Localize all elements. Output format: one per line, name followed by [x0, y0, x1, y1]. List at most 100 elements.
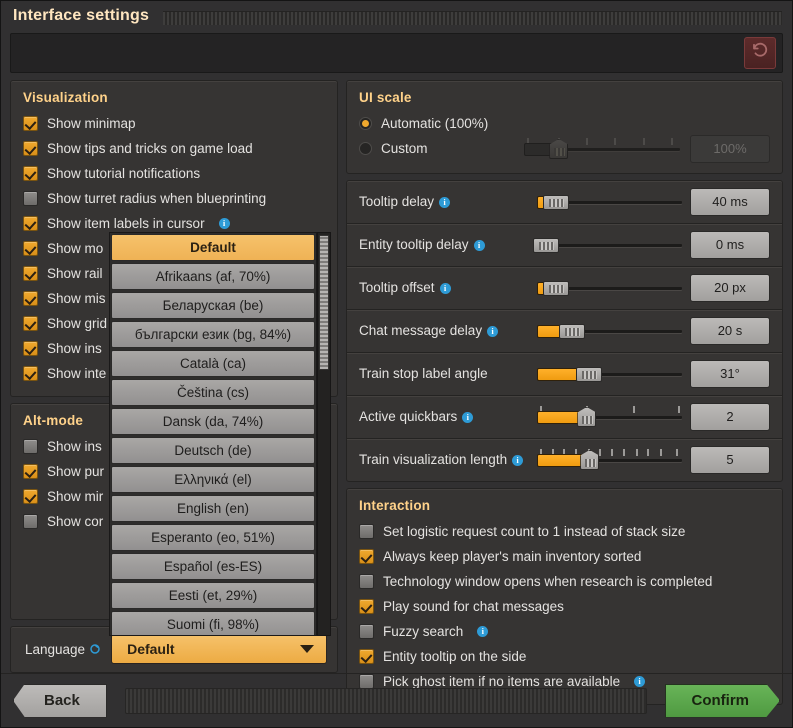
- slider-knob[interactable]: [576, 366, 603, 382]
- checkbox-indicator[interactable]: [23, 513, 38, 529]
- list-item[interactable]: Eesti (et, 29%): [111, 582, 315, 609]
- back-button[interactable]: Back: [13, 683, 107, 718]
- reset-all-button[interactable]: [744, 36, 776, 69]
- checkbox-label: Show tips and tricks on game load: [47, 140, 253, 156]
- checkbox-indicator[interactable]: [23, 190, 38, 206]
- checkbox-row-fuzzy-search[interactable]: Fuzzy search i: [359, 619, 770, 644]
- list-item[interactable]: Suomi (fi, 98%): [111, 611, 315, 635]
- language-option-list: Default Afrikaans (af, 70%) Беларуская (…: [109, 232, 317, 636]
- language-dropdown[interactable]: Default: [111, 634, 327, 664]
- language-list-scrollbar[interactable]: [317, 232, 331, 636]
- scrollbar-thumb[interactable]: [319, 235, 329, 370]
- checkbox-indicator[interactable]: [359, 548, 374, 564]
- slider-knob[interactable]: [532, 237, 559, 253]
- checkbox-indicator[interactable]: [359, 673, 374, 689]
- checkbox-row-keep-inventory-sorted[interactable]: Always keep player's main inventory sort…: [359, 544, 770, 569]
- checkbox-row-entity-tooltip-side[interactable]: Entity tooltip on the side: [359, 644, 770, 669]
- checkbox-indicator[interactable]: [23, 215, 38, 231]
- ui-scale-slider[interactable]: [524, 137, 680, 160]
- radio-indicator[interactable]: [359, 141, 372, 155]
- checkbox-row-play-sound-chat[interactable]: Play sound for chat messages: [359, 594, 770, 619]
- list-item[interactable]: Dansk (da, 74%): [111, 408, 315, 435]
- checkbox-row-show-turret-radius[interactable]: Show turret radius when blueprinting: [23, 186, 325, 211]
- info-icon[interactable]: i: [477, 625, 489, 637]
- checkbox-indicator[interactable]: [23, 265, 38, 281]
- info-icon[interactable]: i: [218, 217, 230, 229]
- checkbox-row-show-tutorial-notifications[interactable]: Show tutorial notifications: [23, 161, 325, 186]
- active-quickbars-slider[interactable]: [537, 405, 682, 428]
- info-icon[interactable]: i: [512, 455, 524, 467]
- list-item[interactable]: български език (bg, 84%): [111, 321, 315, 348]
- confirm-button[interactable]: Confirm: [665, 684, 781, 718]
- checkbox-label: Show turret radius when blueprinting: [47, 190, 267, 206]
- checkbox-indicator[interactable]: [23, 488, 38, 504]
- chat-message-delay-value[interactable]: 20 s: [690, 316, 770, 345]
- entity-tooltip-delay-slider[interactable]: [532, 234, 682, 256]
- tooltip-offset-value[interactable]: 20 px: [690, 273, 770, 302]
- checkbox-label: Show grid: [47, 315, 108, 331]
- radio-indicator[interactable]: [359, 116, 372, 130]
- checkbox-indicator[interactable]: [359, 573, 374, 589]
- list-item[interactable]: English (en): [111, 495, 315, 522]
- checkbox-label: Show mis: [47, 290, 106, 306]
- slider-knob[interactable]: [542, 280, 569, 296]
- info-icon[interactable]: i: [487, 326, 499, 338]
- checkbox-indicator[interactable]: [23, 463, 38, 479]
- reset-circle-icon[interactable]: [89, 643, 101, 655]
- window-drag-handle[interactable]: [163, 10, 782, 25]
- tooltip-offset-slider[interactable]: [537, 277, 682, 299]
- train-stop-label-angle-value[interactable]: 31°: [690, 359, 770, 388]
- slider-knob[interactable]: [558, 323, 585, 339]
- entity-tooltip-delay-value[interactable]: 0 ms: [690, 230, 770, 259]
- checkbox-indicator[interactable]: [23, 140, 38, 156]
- checkbox-indicator[interactable]: [23, 290, 38, 306]
- slider-knob[interactable]: [542, 194, 569, 210]
- info-icon[interactable]: i: [439, 283, 451, 295]
- checkbox-indicator[interactable]: [359, 523, 374, 539]
- checkbox-indicator[interactable]: [23, 115, 38, 131]
- checkbox-row-show-tips[interactable]: Show tips and tricks on game load: [23, 136, 325, 161]
- slider-row-active-quickbars: Active quickbars i 2: [347, 394, 782, 438]
- checkbox-indicator[interactable]: [359, 623, 374, 639]
- checkbox-indicator[interactable]: [359, 598, 374, 614]
- list-item[interactable]: Default: [111, 234, 315, 261]
- train-visualization-length-slider[interactable]: [537, 448, 682, 471]
- radio-row-automatic[interactable]: Automatic (100%): [359, 111, 524, 136]
- checkbox-row-logistic-request-count[interactable]: Set logistic request count to 1 instead …: [359, 519, 770, 544]
- list-item[interactable]: Español (es-ES): [111, 553, 315, 580]
- checkbox-indicator[interactable]: [23, 340, 38, 356]
- slider-label: Train visualization length i: [359, 452, 529, 467]
- train-stop-label-angle-slider[interactable]: [537, 363, 682, 385]
- info-icon[interactable]: i: [473, 240, 485, 252]
- train-visualization-length-value[interactable]: 5: [690, 445, 770, 474]
- footer-drag-handle[interactable]: [124, 687, 647, 714]
- radio-row-custom[interactable]: Custom: [359, 136, 524, 161]
- list-item[interactable]: Afrikaans (af, 70%): [111, 263, 315, 290]
- checkbox-indicator[interactable]: [23, 165, 38, 181]
- list-item[interactable]: Deutsch (de): [111, 437, 315, 464]
- checkbox-indicator[interactable]: [359, 648, 374, 664]
- slider-row-train-stop-label-angle: Train stop label angle 31°: [347, 351, 782, 395]
- tooltip-delay-value[interactable]: 40 ms: [690, 187, 770, 216]
- chat-message-delay-slider[interactable]: [537, 320, 682, 342]
- list-item[interactable]: Čeština (cs): [111, 379, 315, 406]
- list-item[interactable]: Català (ca): [111, 350, 315, 377]
- list-item[interactable]: Esperanto (eo, 51%): [111, 524, 315, 551]
- ui-scale-value[interactable]: 100%: [690, 134, 770, 163]
- checkbox-indicator[interactable]: [23, 438, 38, 454]
- info-icon[interactable]: i: [439, 197, 451, 209]
- checkbox-indicator[interactable]: [23, 365, 38, 381]
- checkbox-indicator[interactable]: [23, 240, 38, 256]
- checkbox-row-technology-window-opens[interactable]: Technology window opens when research is…: [359, 569, 770, 594]
- language-dropdown-list[interactable]: Default Afrikaans (af, 70%) Беларуская (…: [109, 232, 331, 636]
- slider-label: Tooltip offset i: [359, 280, 529, 295]
- list-item[interactable]: Беларуская (be): [111, 292, 315, 319]
- active-quickbars-value[interactable]: 2: [690, 402, 770, 431]
- list-item[interactable]: Ελληνικά (el): [111, 466, 315, 493]
- checkbox-row-show-minimap[interactable]: Show minimap: [23, 111, 325, 136]
- interface-settings-window: Interface settings Visualization Show mi…: [0, 0, 793, 728]
- settings-toolbar: [10, 33, 783, 73]
- info-icon[interactable]: i: [462, 412, 474, 424]
- checkbox-indicator[interactable]: [23, 315, 38, 331]
- tooltip-delay-slider[interactable]: [537, 191, 682, 213]
